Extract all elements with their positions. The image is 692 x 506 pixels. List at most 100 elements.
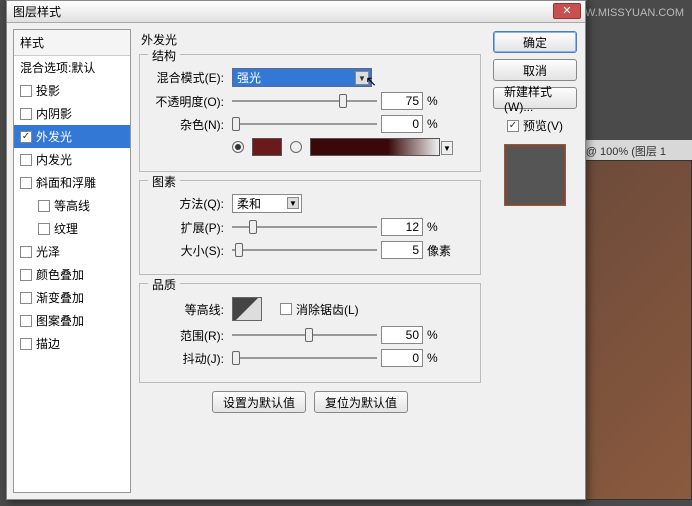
- new-style-button[interactable]: 新建样式(W)...: [493, 87, 577, 109]
- style-item-label: 光泽: [36, 243, 60, 260]
- style-item[interactable]: 投影: [14, 79, 130, 102]
- style-item[interactable]: 颜色叠加: [14, 263, 130, 286]
- style-item-label: 等高线: [54, 197, 90, 214]
- noise-label: 杂色(N):: [150, 116, 228, 133]
- blending-options-item[interactable]: 混合选项:默认: [14, 56, 130, 79]
- style-checkbox[interactable]: [20, 269, 32, 281]
- size-slider[interactable]: [232, 241, 377, 259]
- quality-group: 品质 等高线: 消除锯齿(L) 范围(R): 50 % 抖动(J):: [139, 283, 481, 383]
- style-item[interactable]: 图案叠加: [14, 309, 130, 332]
- chevron-down-icon[interactable]: ▼: [287, 197, 299, 209]
- range-label: 范围(R):: [150, 327, 228, 344]
- style-checkbox[interactable]: [38, 223, 50, 235]
- jitter-input[interactable]: 0: [381, 349, 423, 367]
- layer-style-dialog: 图层样式 ✕ 样式 混合选项:默认 投影内阴影外发光内发光斜面和浮雕等高线纹理光…: [6, 0, 586, 500]
- spread-slider[interactable]: [232, 218, 377, 236]
- style-checkbox[interactable]: [20, 154, 32, 166]
- style-item[interactable]: 渐变叠加: [14, 286, 130, 309]
- cursor-icon: ↖: [365, 73, 377, 90]
- chevron-down-icon[interactable]: ▼: [441, 141, 453, 155]
- style-checkbox[interactable]: [20, 292, 32, 304]
- style-item-label: 渐变叠加: [36, 289, 84, 306]
- style-checkbox[interactable]: [20, 246, 32, 258]
- style-checkbox[interactable]: [38, 200, 50, 212]
- antialias-label: 消除锯齿(L): [296, 301, 359, 318]
- styles-list: 样式 混合选项:默认 投影内阴影外发光内发光斜面和浮雕等高线纹理光泽颜色叠加渐变…: [13, 29, 131, 493]
- settings-panel: 外发光 结构 混合模式(E): 强光 ▼ ↖ 不透明度(O): 75 %: [131, 23, 489, 499]
- reset-default-button[interactable]: 复位为默认值: [314, 391, 408, 413]
- opacity-input[interactable]: 75: [381, 92, 423, 110]
- styles-header[interactable]: 样式: [14, 30, 130, 56]
- noise-slider[interactable]: [232, 115, 377, 133]
- pct-unit: %: [427, 220, 455, 234]
- size-label: 大小(S):: [150, 242, 228, 259]
- style-item[interactable]: 等高线: [14, 194, 130, 217]
- antialias-checkbox[interactable]: [280, 303, 292, 315]
- style-item-label: 图案叠加: [36, 312, 84, 329]
- ok-button[interactable]: 确定: [493, 31, 577, 53]
- style-item-label: 斜面和浮雕: [36, 174, 96, 191]
- style-item[interactable]: 描边: [14, 332, 130, 355]
- opacity-slider[interactable]: [232, 92, 377, 110]
- spread-input[interactable]: 12: [381, 218, 423, 236]
- range-input[interactable]: 50: [381, 326, 423, 344]
- cancel-button[interactable]: 取消: [493, 59, 577, 81]
- style-checkbox[interactable]: [20, 177, 32, 189]
- set-default-button[interactable]: 设置为默认值: [212, 391, 306, 413]
- size-input[interactable]: 5: [381, 241, 423, 259]
- jitter-slider[interactable]: [232, 349, 377, 367]
- elements-group: 图素 方法(Q): 柔和 ▼ 扩展(P): 12 % 大小(S):: [139, 180, 481, 275]
- style-checkbox[interactable]: [20, 315, 32, 327]
- blend-mode-value: 强光: [237, 69, 261, 86]
- elements-legend: 图素: [148, 173, 180, 190]
- contour-picker[interactable]: [232, 297, 262, 321]
- style-item-label: 颜色叠加: [36, 266, 84, 283]
- style-item[interactable]: 光泽: [14, 240, 130, 263]
- style-item-label: 内发光: [36, 151, 72, 168]
- blend-mode-label: 混合模式(E):: [150, 69, 228, 86]
- titlebar[interactable]: 图层样式 ✕: [7, 1, 585, 23]
- preview-thumbnail: [504, 144, 566, 206]
- style-checkbox[interactable]: [20, 131, 32, 143]
- style-item-label: 内阴影: [36, 105, 72, 122]
- style-item[interactable]: 斜面和浮雕: [14, 171, 130, 194]
- contour-label: 等高线:: [150, 301, 228, 318]
- gradient-radio[interactable]: [290, 141, 302, 153]
- method-label: 方法(Q):: [150, 195, 228, 212]
- jitter-label: 抖动(J):: [150, 350, 228, 367]
- style-checkbox[interactable]: [20, 338, 32, 350]
- opacity-label: 不透明度(O):: [150, 93, 228, 110]
- structure-group: 结构 混合模式(E): 强光 ▼ ↖ 不透明度(O): 75 % 杂色(: [139, 54, 481, 172]
- color-radio[interactable]: [232, 141, 244, 153]
- blend-mode-combo[interactable]: 强光 ▼ ↖: [232, 68, 372, 87]
- style-checkbox[interactable]: [20, 85, 32, 97]
- style-item-label: 外发光: [36, 128, 72, 145]
- method-value: 柔和: [237, 195, 261, 212]
- gradient-swatch[interactable]: ▼: [310, 138, 440, 156]
- style-item[interactable]: 内发光: [14, 148, 130, 171]
- close-button[interactable]: ✕: [553, 3, 581, 19]
- quality-legend: 品质: [148, 276, 180, 293]
- pct-unit: %: [427, 94, 455, 108]
- method-combo[interactable]: 柔和 ▼: [232, 194, 302, 213]
- right-buttons: 确定 取消 新建样式(W)... 预览(V): [489, 23, 585, 499]
- preview-checkbox[interactable]: [507, 120, 519, 132]
- pct-unit: %: [427, 351, 455, 365]
- style-item-label: 描边: [36, 335, 60, 352]
- preview-label: 预览(V): [523, 117, 563, 134]
- spread-label: 扩展(P):: [150, 219, 228, 236]
- structure-legend: 结构: [148, 47, 180, 64]
- color-swatch[interactable]: [252, 138, 282, 156]
- style-item-label: 投影: [36, 82, 60, 99]
- panel-title: 外发光: [137, 29, 483, 50]
- px-unit: 像素: [427, 242, 455, 259]
- style-item-label: 纹理: [54, 220, 78, 237]
- style-item[interactable]: 内阴影: [14, 102, 130, 125]
- dialog-title: 图层样式: [13, 3, 61, 20]
- range-slider[interactable]: [232, 326, 377, 344]
- style-item[interactable]: 纹理: [14, 217, 130, 240]
- noise-input[interactable]: 0: [381, 115, 423, 133]
- style-checkbox[interactable]: [20, 108, 32, 120]
- pct-unit: %: [427, 117, 455, 131]
- style-item[interactable]: 外发光: [14, 125, 130, 148]
